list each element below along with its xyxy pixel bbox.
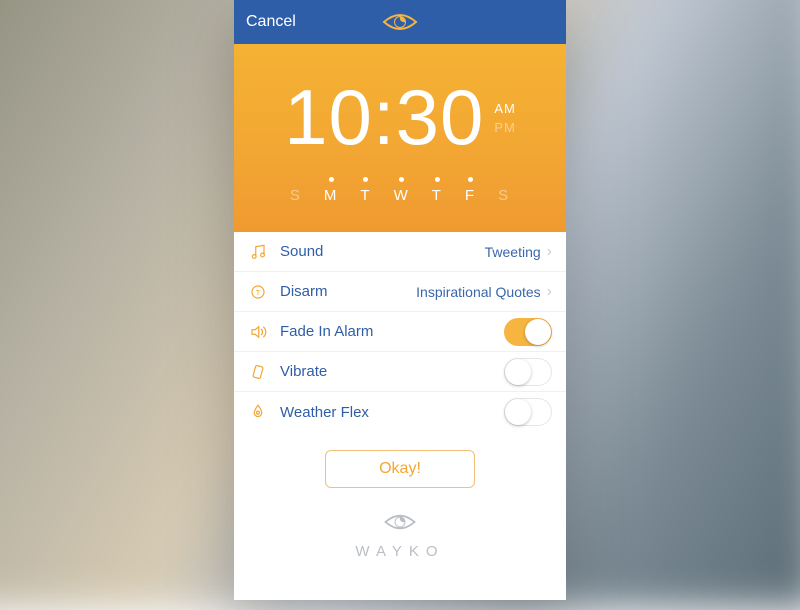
setting-sound[interactable]: Sound Tweeting › — [234, 232, 566, 272]
brand-name: WAYKO — [355, 543, 444, 560]
day-letter: F — [465, 187, 476, 204]
day-active-dot — [329, 177, 334, 182]
day-letter: W — [394, 187, 410, 204]
vibrate-toggle[interactable] — [504, 358, 552, 386]
vibrate-icon — [246, 360, 270, 384]
weather-icon — [246, 400, 270, 424]
day-toggle[interactable]: F — [465, 177, 476, 204]
setting-disarm[interactable]: T Disarm Inspirational Quotes › — [234, 272, 566, 312]
cancel-button[interactable]: Cancel — [246, 0, 296, 44]
day-letter: T — [360, 187, 371, 204]
alarm-time-panel: 10:30 AM PM S M T W T F S — [234, 44, 566, 232]
chevron-right-icon: › — [547, 243, 552, 261]
weather-flex-toggle[interactable] — [504, 398, 552, 426]
day-toggle[interactable]: T — [360, 177, 371, 204]
setting-fade-in: Fade In Alarm — [234, 312, 566, 352]
phone-frame: Cancel 10:30 AM PM S M T W T F S — [234, 0, 566, 600]
setting-label: Fade In Alarm — [280, 323, 373, 340]
day-active-dot — [399, 177, 404, 182]
cancel-label: Cancel — [246, 13, 296, 31]
day-toggle[interactable]: T — [432, 177, 443, 204]
alarm-time[interactable]: 10:30 — [284, 72, 484, 163]
day-active-dot — [468, 177, 473, 182]
fade-in-toggle[interactable] — [504, 318, 552, 346]
meridiem-pm[interactable]: PM — [494, 120, 516, 135]
meridiem-am[interactable]: AM — [494, 101, 516, 116]
okay-label: Okay! — [379, 460, 421, 478]
chevron-right-icon: › — [547, 283, 552, 301]
day-letter: T — [432, 187, 443, 204]
day-letter: S — [498, 187, 510, 204]
meridiem-picker[interactable]: AM PM — [494, 101, 516, 135]
setting-weather-flex: Weather Flex — [234, 392, 566, 432]
day-letter: S — [290, 187, 302, 204]
day-toggle[interactable]: M — [324, 177, 339, 204]
setting-label: Disarm — [280, 283, 328, 300]
navbar: Cancel — [234, 0, 566, 44]
music-note-icon — [246, 240, 270, 264]
settings-list: Sound Tweeting › T Disarm Inspirational … — [234, 232, 566, 432]
logo-eye-icon — [382, 11, 418, 33]
footer-eye-icon — [383, 512, 417, 537]
footer: WAYKO — [234, 512, 566, 560]
day-picker: SMTWTFS — [290, 177, 510, 204]
setting-value: Tweeting — [485, 244, 541, 260]
setting-label: Weather Flex — [280, 404, 369, 421]
setting-label: Vibrate — [280, 363, 327, 380]
volume-icon — [246, 320, 270, 344]
svg-text:T: T — [256, 288, 261, 297]
day-active-dot — [363, 177, 368, 182]
setting-label: Sound — [280, 243, 323, 260]
day-toggle[interactable]: W — [394, 177, 410, 204]
okay-button[interactable]: Okay! — [325, 450, 475, 488]
setting-vibrate: Vibrate — [234, 352, 566, 392]
disarm-icon: T — [246, 280, 270, 304]
day-letter: M — [324, 187, 339, 204]
day-toggle[interactable]: S — [498, 177, 510, 204]
time-row: 10:30 AM PM — [284, 72, 516, 163]
day-toggle[interactable]: S — [290, 177, 302, 204]
day-active-dot — [435, 177, 440, 182]
setting-value: Inspirational Quotes — [416, 284, 541, 300]
confirm-area: Okay! — [234, 432, 566, 498]
